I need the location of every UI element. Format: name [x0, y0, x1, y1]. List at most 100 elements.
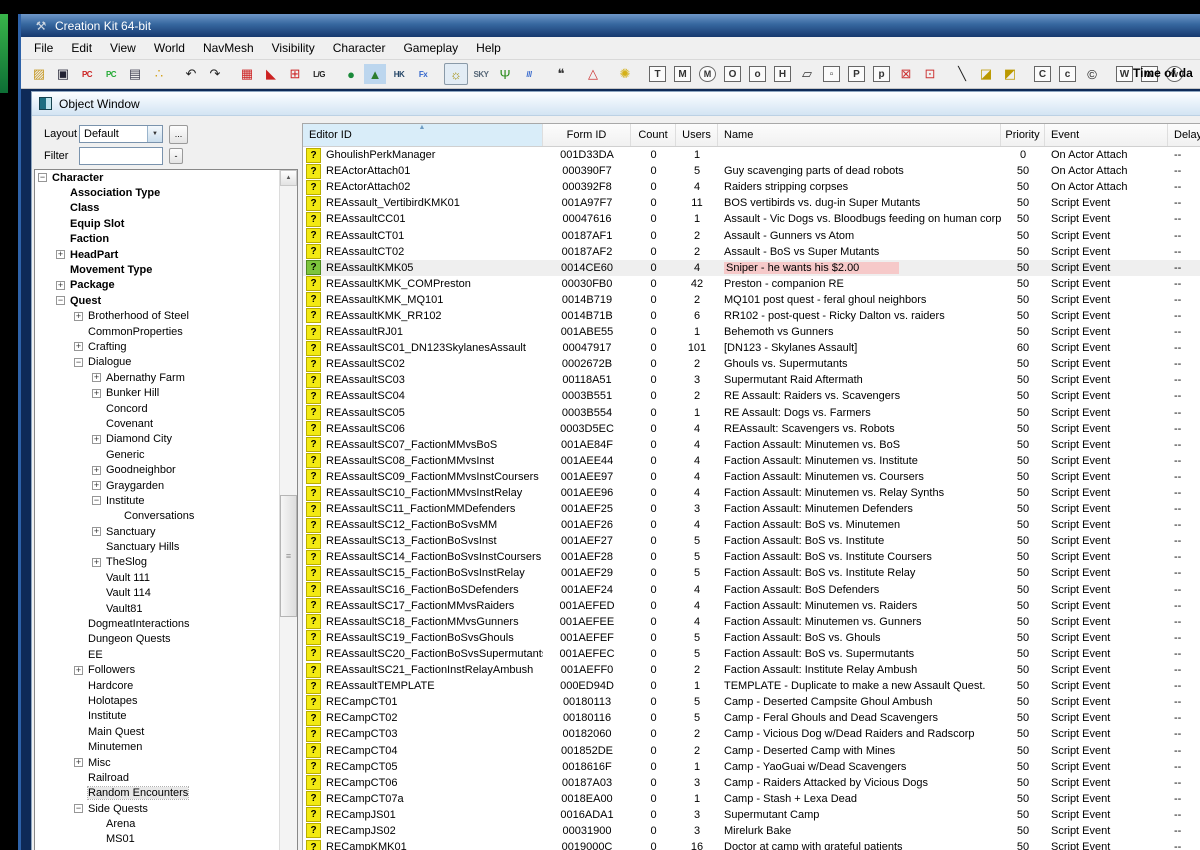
object-window-title-bar[interactable]: Object Window: [32, 92, 1200, 116]
snap-to-grid-icon[interactable]: ▦: [236, 64, 258, 84]
tree-item-commonproperties[interactable]: CommonProperties: [35, 324, 297, 339]
havok-sim-icon[interactable]: HK: [388, 64, 410, 84]
undo-icon[interactable]: ↶: [180, 64, 202, 84]
tree-item-dialogue[interactable]: − Dialogue: [35, 355, 297, 370]
sky-toggle-icon[interactable]: SKY: [470, 64, 492, 84]
tree-item-minutemen[interactable]: Minutemen: [35, 739, 297, 754]
table-row[interactable]: ? RECampCT03 00182060 0 2 Camp - Vicious Dog …: [303, 726, 1200, 742]
tree-item-graygarden[interactable]: + Graygarden: [35, 478, 297, 493]
tree-collapse-icon[interactable]: −: [74, 357, 83, 367]
table-row[interactable]: ? RECampCT02 00180116 0 5 Camp - Feral Ghouls…: [303, 710, 1200, 726]
tree-expand-icon[interactable]: +: [92, 388, 101, 398]
snap-to-angle-icon[interactable]: ◣: [260, 64, 282, 84]
table-row[interactable]: ? REAssaultSC14_FactionBoSvsInstCoursers 0…: [303, 549, 1200, 565]
tree-item-dogmeatinteractions[interactable]: DogmeatInteractions: [35, 616, 297, 631]
tree-expand-icon[interactable]: +: [74, 665, 83, 675]
table-row[interactable]: ? RECampJS01 0016ADA1 0 3 Supermutant Camp 50 S…: [303, 807, 1200, 823]
cube-plain-icon[interactable]: ▱: [796, 64, 818, 84]
menu-item-navmesh[interactable]: NavMesh: [194, 38, 263, 58]
world-sphere-icon[interactable]: ●: [340, 64, 362, 84]
tree-item-random-encounters[interactable]: Random Encounters: [35, 786, 297, 801]
tree-item-ms01[interactable]: MS01: [35, 832, 297, 847]
circle-c-icon[interactable]: ©: [1081, 64, 1103, 84]
tree-collapse-icon[interactable]: −: [56, 296, 65, 306]
table-row[interactable]: ? REAssaultSC15_FactionBoSvsInstRelay 001A…: [303, 565, 1200, 581]
table-row[interactable]: ? REAssaultSC07_FactionMMvsBoS 001AE84F 0 4 F…: [303, 437, 1200, 453]
table-row[interactable]: ? RECampCT07a 0018EA00 0 1 Camp - Stash + Lex…: [303, 791, 1200, 807]
box-p-icon[interactable]: P: [848, 66, 865, 82]
table-row[interactable]: ? REAssaultKMK_MQ101 0014B719 0 2 MQ101 post …: [303, 292, 1200, 308]
table-row[interactable]: ? GhoulishPerkManager 001D33DA 0 1 0 On Actor …: [303, 147, 1200, 163]
cube-p-icon[interactable]: p: [873, 66, 890, 82]
redo-icon[interactable]: ↷: [204, 64, 226, 84]
table-row[interactable]: ? REAssaultKMK_RR102 0014B71B 0 6 RR102 - pos…: [303, 308, 1200, 324]
tree-item-equip-slot[interactable]: Equip Slot: [35, 216, 297, 231]
tree-item-misc[interactable]: + Misc: [35, 755, 297, 770]
radio-tower-icon[interactable]: △: [582, 64, 604, 84]
tree-item-theslog[interactable]: + TheSlog: [35, 555, 297, 570]
table-row[interactable]: ? REActorAttach02 000392F8 0 4 Raiders stripp…: [303, 179, 1200, 195]
tree-expand-icon[interactable]: +: [74, 311, 83, 321]
column-header-event[interactable]: Event: [1045, 124, 1168, 146]
version-control-pc-green-icon[interactable]: PC: [100, 64, 122, 84]
menu-item-help[interactable]: Help: [467, 38, 510, 58]
menu-item-view[interactable]: View: [101, 38, 145, 58]
tree-expand-icon[interactable]: +: [74, 758, 83, 768]
cube-o-icon[interactable]: o: [749, 66, 766, 82]
grass-toggle-icon[interactable]: Ψ: [494, 64, 516, 84]
tree-item-class[interactable]: Class: [35, 201, 297, 216]
column-header-form-id[interactable]: Form ID: [543, 124, 631, 146]
tree-item-conversations[interactable]: Conversations: [35, 509, 297, 524]
layout-more-button[interactable]: ...: [169, 124, 188, 144]
table-row[interactable]: ? REAssaultSC10_FactionMMvsInstRelay 001AE…: [303, 485, 1200, 501]
tree-item-vault-114[interactable]: Vault 114: [35, 586, 297, 601]
table-row[interactable]: ? RECampCT04 001852DE 0 2 Camp - Deserted Cam…: [303, 742, 1200, 759]
dialogue-icon[interactable]: ❝: [550, 64, 572, 84]
local-global-icon[interactable]: L/G: [308, 64, 330, 84]
table-row[interactable]: ? RECampKMK01 0019000C 0 16 Doctor at camp wi…: [303, 839, 1200, 850]
tree-scrollbar[interactable]: ▲ ≡ ▼: [279, 170, 297, 850]
column-header-name[interactable]: Name: [718, 124, 1001, 146]
save-icon[interactable]: ▣: [52, 64, 74, 84]
tree-expand-icon[interactable]: +: [92, 373, 101, 383]
tree-item-ee[interactable]: EE: [35, 647, 297, 662]
landscape-edit-icon[interactable]: ▲: [364, 64, 386, 84]
box-c-icon[interactable]: C: [1034, 66, 1051, 82]
cube-t-icon[interactable]: T: [649, 66, 666, 82]
cube-window-icon[interactable]: ▫: [823, 66, 840, 82]
tree-item-railroad[interactable]: Railroad: [35, 770, 297, 785]
tree-item-character[interactable]: − Character: [35, 170, 297, 185]
tree-item-vault81[interactable]: Vault81: [35, 601, 297, 616]
cube-key-icon[interactable]: ⊡: [919, 64, 941, 84]
table-row[interactable]: ? REActorAttach01 000390F7 0 5 Guy scavenging…: [303, 163, 1200, 179]
tree-item-concord[interactable]: Concord: [35, 401, 297, 416]
chevron-down-icon[interactable]: ▼: [147, 126, 162, 142]
tree-expand-icon[interactable]: +: [56, 280, 65, 290]
tree-item-crafting[interactable]: + Crafting: [35, 339, 297, 354]
table-row[interactable]: ? REAssaultSC11_FactionMMDefenders 001AEF2…: [303, 501, 1200, 517]
preferences-icon[interactable]: ▤: [124, 64, 146, 84]
pick-ray-icon[interactable]: ╲: [951, 64, 973, 84]
tree-item-main-quest[interactable]: Main Quest: [35, 724, 297, 739]
cube-m-icon[interactable]: M: [674, 66, 691, 82]
tree-item-followers[interactable]: + Followers: [35, 663, 297, 678]
filter-button[interactable]: -: [169, 148, 183, 164]
tree-expand-icon[interactable]: +: [92, 557, 101, 567]
tree-item-dungeon-quests[interactable]: Dungeon Quests: [35, 632, 297, 647]
tree-item-package[interactable]: + Package: [35, 278, 297, 293]
menu-item-gameplay[interactable]: Gameplay: [394, 38, 467, 58]
scroll-up-icon[interactable]: ▲: [280, 170, 297, 186]
tree-item-quest[interactable]: − Quest: [35, 293, 297, 308]
tree-item-holotapes[interactable]: Holotapes: [35, 693, 297, 708]
cube-marker-icon[interactable]: ◩: [999, 64, 1021, 84]
table-row[interactable]: ? REAssault_VertibirdKMK01 001A97F7 0 11 BOS …: [303, 195, 1200, 211]
table-row[interactable]: ? REAssaultSC06 0003D5EC 0 4 REAssault: Scave…: [303, 421, 1200, 437]
tree-collapse-icon[interactable]: −: [92, 496, 101, 506]
effects-icon[interactable]: Fx: [412, 64, 434, 84]
table-row[interactable]: ? REAssaultKMK_COMPreston 00030FB0 0 42 Prest…: [303, 276, 1200, 292]
layout-select[interactable]: Default ▼: [79, 125, 163, 143]
table-row[interactable]: ? REAssaultKMK05 0014CE60 0 4 Sniper - he wan…: [303, 259, 1200, 276]
tree-item-arena[interactable]: Arena: [35, 816, 297, 831]
tree-item-movement-type[interactable]: Movement Type: [35, 262, 297, 277]
title-bar[interactable]: ⚒ Creation Kit 64-bit: [21, 14, 1200, 37]
